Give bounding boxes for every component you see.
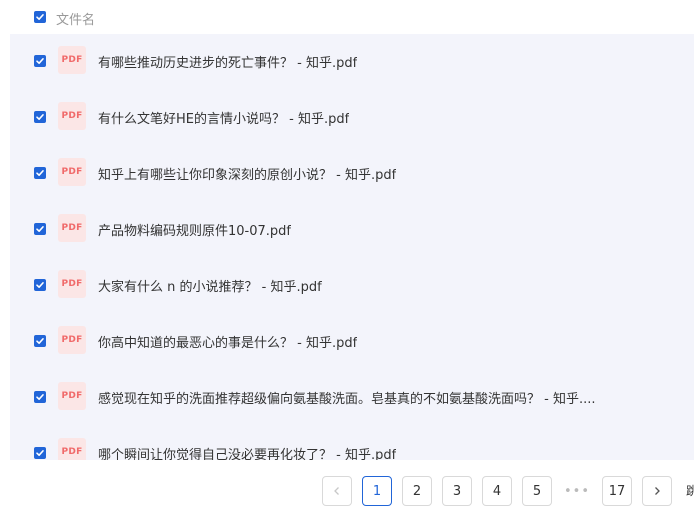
pdf-file-icon: PDF — [58, 382, 86, 410]
row-checkbox[interactable] — [34, 55, 46, 67]
chevron-left-icon — [334, 487, 339, 495]
list-item[interactable]: PDF 产品物料编码规则原件10-07.pdf — [10, 202, 694, 258]
column-title-filename: 文件名 — [56, 13, 96, 28]
file-name[interactable]: 你高中知道的最恶心的事是什么？ - 知乎.pdf — [98, 332, 357, 351]
check-icon — [36, 14, 44, 20]
pdf-file-icon: PDF — [58, 214, 86, 242]
file-name[interactable]: 知乎上有哪些让你印象深刻的原创小说？ - 知乎.pdf — [98, 164, 396, 183]
row-checkbox[interactable] — [34, 335, 46, 347]
list-item[interactable]: PDF 你高中知道的最恶心的事是什么？ - 知乎.pdf — [10, 314, 694, 370]
table-header: 文件名 — [0, 0, 694, 34]
pagination: 1 2 3 4 5 ••• 17 — [0, 460, 694, 523]
check-icon — [36, 282, 44, 288]
file-name[interactable]: 哪个瞬间让你觉得自己没必要再化妆了？ - 知乎.pdf — [98, 444, 396, 460]
list-item[interactable]: PDF 有什么文笔好HE的言情小说吗？ - 知乎.pdf — [10, 90, 694, 146]
next-page-button[interactable] — [642, 476, 672, 506]
row-checkbox[interactable] — [34, 111, 46, 123]
select-all-checkbox[interactable] — [34, 11, 46, 23]
pdf-file-icon: PDF — [58, 326, 86, 354]
check-icon — [36, 58, 44, 64]
page-button[interactable]: 1 — [362, 476, 392, 506]
pdf-file-icon: PDF — [58, 46, 86, 74]
check-icon — [36, 170, 44, 176]
check-icon — [36, 226, 44, 232]
pdf-file-icon: PDF — [58, 102, 86, 130]
list-item[interactable]: PDF 知乎上有哪些让你印象深刻的原创小说？ - 知乎.pdf — [10, 146, 694, 202]
pdf-file-icon: PDF — [58, 438, 86, 460]
file-name[interactable]: 有哪些推动历史进步的死亡事件？ - 知乎.pdf — [98, 52, 357, 71]
list-item[interactable]: PDF 大家有什么 n 的小说推荐？ - 知乎.pdf — [10, 258, 694, 314]
page-button-last[interactable]: 17 — [602, 476, 632, 506]
list-item[interactable]: PDF 感觉现在知乎的洗面推荐超级偏向氨基酸洗面。皂基真的不如氨基酸洗面吗？ -… — [10, 370, 694, 426]
row-checkbox[interactable] — [34, 167, 46, 179]
chevron-right-icon — [655, 487, 660, 495]
file-list: PDF 有哪些推动历史进步的死亡事件？ - 知乎.pdf PDF 有什么文笔好H… — [10, 34, 694, 460]
page-button[interactable]: 3 — [442, 476, 472, 506]
page-button[interactable]: 5 — [522, 476, 552, 506]
row-checkbox[interactable] — [34, 223, 46, 235]
file-name[interactable]: 感觉现在知乎的洗面推荐超级偏向氨基酸洗面。皂基真的不如氨基酸洗面吗？ - 知乎.… — [98, 388, 596, 407]
check-icon — [36, 450, 44, 456]
check-icon — [36, 338, 44, 344]
list-item[interactable]: PDF 有哪些推动历史进步的死亡事件？ - 知乎.pdf — [10, 34, 694, 90]
pdf-file-icon: PDF — [58, 158, 86, 186]
row-checkbox[interactable] — [34, 391, 46, 403]
row-checkbox[interactable] — [34, 279, 46, 291]
file-name[interactable]: 大家有什么 n 的小说推荐？ - 知乎.pdf — [98, 276, 322, 295]
file-name[interactable]: 有什么文笔好HE的言情小说吗？ - 知乎.pdf — [98, 108, 349, 127]
jump-label: 跳 — [686, 484, 694, 498]
file-name[interactable]: 产品物料编码规则原件10-07.pdf — [98, 220, 291, 239]
check-icon — [36, 114, 44, 120]
pdf-file-icon: PDF — [58, 270, 86, 298]
page-button[interactable]: 2 — [402, 476, 432, 506]
check-icon — [36, 394, 44, 400]
list-item[interactable]: PDF 哪个瞬间让你觉得自己没必要再化妆了？ - 知乎.pdf — [10, 426, 694, 460]
row-checkbox[interactable] — [34, 447, 46, 459]
pagination-ellipsis[interactable]: ••• — [562, 476, 592, 506]
page-button[interactable]: 4 — [482, 476, 512, 506]
prev-page-button[interactable] — [322, 476, 352, 506]
